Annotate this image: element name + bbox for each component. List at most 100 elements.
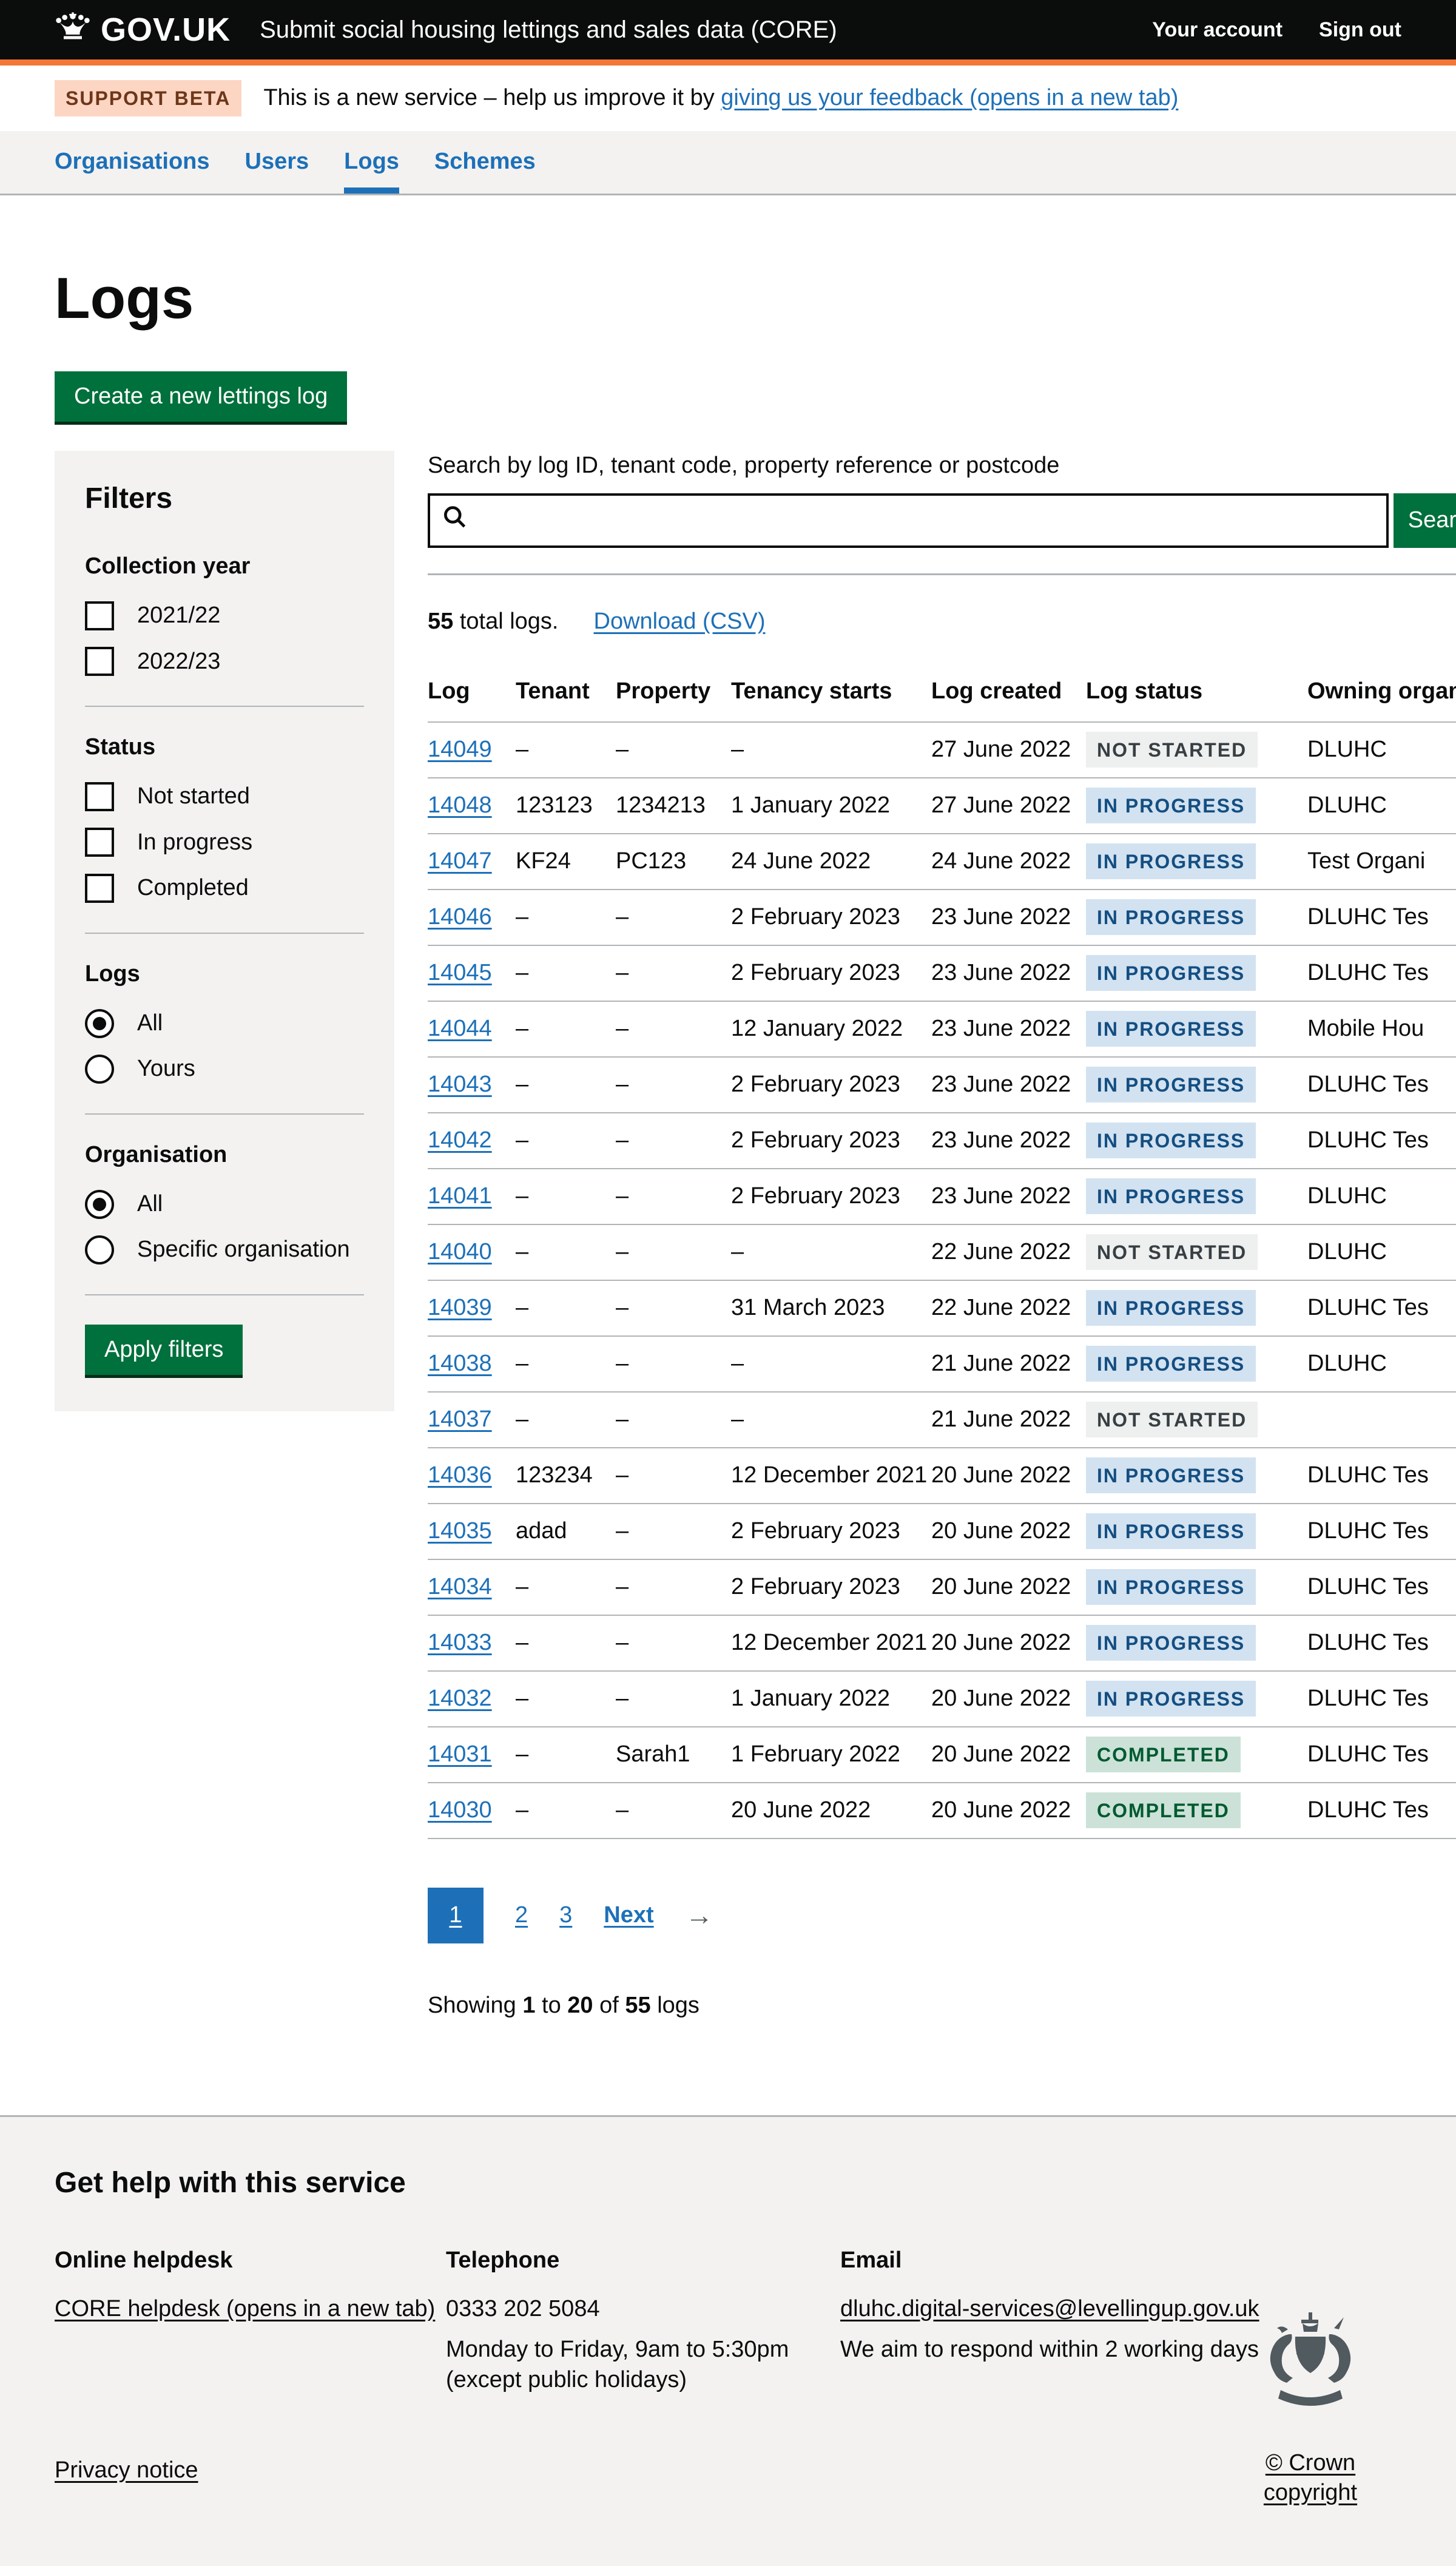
- cell-owning-organisation: Test Organi: [1307, 834, 1456, 890]
- nav-item-logs[interactable]: Logs: [344, 131, 399, 194]
- cell-owning-organisation: DLUHC Tes: [1307, 1448, 1456, 1504]
- log-id-link[interactable]: 14033: [428, 1630, 492, 1655]
- log-id-link[interactable]: 14043: [428, 1072, 492, 1097]
- cell-owning-organisation: DLUHC: [1307, 1336, 1456, 1392]
- govuk-logo-link[interactable]: GOV.UK: [55, 8, 231, 51]
- log-id-link[interactable]: 14048: [428, 792, 492, 818]
- checkbox-in-progress[interactable]: In progress: [85, 828, 364, 857]
- cell-tenancy-starts: 1 January 2022: [731, 1671, 931, 1727]
- radio-all[interactable]: All: [85, 1189, 364, 1219]
- search-button[interactable]: Search: [1394, 493, 1456, 548]
- pagination-page-2[interactable]: 2: [515, 1900, 528, 1930]
- cell-status: NOT STARTED: [1086, 1224, 1307, 1280]
- nav-item-users[interactable]: Users: [245, 131, 309, 194]
- radio-control[interactable]: [85, 1235, 114, 1264]
- radio-control[interactable]: [85, 1190, 114, 1219]
- cell-tenant: –: [516, 1727, 616, 1783]
- pagination-page-3[interactable]: 3: [559, 1900, 572, 1930]
- log-id-link[interactable]: 14040: [428, 1239, 492, 1264]
- log-id-link[interactable]: 14031: [428, 1741, 492, 1767]
- log-id-link[interactable]: 14035: [428, 1518, 492, 1544]
- cell-log-created: 23 June 2022: [931, 1001, 1086, 1057]
- log-id-link[interactable]: 14042: [428, 1127, 492, 1153]
- radio-yours[interactable]: Yours: [85, 1054, 364, 1084]
- cell-log: 14049: [428, 722, 516, 778]
- checkbox-control[interactable]: [85, 828, 114, 857]
- radio-control[interactable]: [85, 1055, 114, 1084]
- log-id-link[interactable]: 14047: [428, 848, 492, 874]
- core-helpdesk-link[interactable]: CORE helpdesk (opens in a new tab): [55, 2296, 435, 2321]
- your-account-link[interactable]: Your account: [1152, 16, 1282, 43]
- table-row: 14033––12 December 202120 June 2022IN PR…: [428, 1615, 1456, 1671]
- table-row: 14034––2 February 202320 June 2022IN PRO…: [428, 1559, 1456, 1615]
- search-input[interactable]: [428, 493, 1389, 548]
- cell-status: NOT STARTED: [1086, 1392, 1307, 1448]
- radio-all[interactable]: All: [85, 1008, 364, 1038]
- pagination: 123Next→: [428, 1888, 1456, 1943]
- create-lettings-log-button[interactable]: Create a new lettings log: [55, 371, 347, 422]
- email-link[interactable]: dluhc.digital-services@levellingup.gov.u…: [840, 2296, 1259, 2321]
- footer-telephone: Telephone 0333 202 5084 Monday to Friday…: [446, 2246, 840, 2395]
- log-id-link[interactable]: 14049: [428, 737, 492, 762]
- cell-log-created: 27 June 2022: [931, 722, 1086, 778]
- cell-log: 14036: [428, 1448, 516, 1504]
- checkbox-not-started[interactable]: Not started: [85, 782, 364, 811]
- cell-owning-organisation: Mobile Hou: [1307, 1001, 1456, 1057]
- apply-filters-button[interactable]: Apply filters: [85, 1325, 243, 1375]
- checkbox-control[interactable]: [85, 601, 114, 630]
- cell-tenant: KF24: [516, 834, 616, 890]
- privacy-notice-link[interactable]: Privacy notice: [55, 2457, 198, 2483]
- cell-log-created: 21 June 2022: [931, 1392, 1086, 1448]
- download-csv-link[interactable]: Download (CSV): [594, 607, 766, 636]
- cell-status: IN PROGRESS: [1086, 1504, 1307, 1559]
- cell-tenancy-starts: 2 February 2023: [731, 1169, 931, 1224]
- log-id-link[interactable]: 14039: [428, 1295, 492, 1320]
- log-id-link[interactable]: 14037: [428, 1406, 492, 1432]
- log-id-link[interactable]: 14046: [428, 904, 492, 930]
- log-id-link[interactable]: 14038: [428, 1351, 492, 1376]
- cell-status: IN PROGRESS: [1086, 1169, 1307, 1224]
- nav-item-organisations[interactable]: Organisations: [55, 131, 210, 194]
- table-row: 14049–––27 June 2022NOT STARTEDDLUHC: [428, 722, 1456, 778]
- nav-item-schemes[interactable]: Schemes: [434, 131, 536, 194]
- log-id-link[interactable]: 14034: [428, 1574, 492, 1599]
- checkbox-completed[interactable]: Completed: [85, 873, 364, 903]
- log-id-link[interactable]: 14036: [428, 1462, 492, 1488]
- checkbox-control[interactable]: [85, 647, 114, 676]
- checkbox-2021-22[interactable]: 2021/22: [85, 601, 364, 630]
- checkbox-control[interactable]: [85, 874, 114, 903]
- checkbox-control[interactable]: [85, 782, 114, 811]
- feedback-link[interactable]: giving us your feedback (opens in a new …: [721, 85, 1178, 110]
- log-id-link[interactable]: 14030: [428, 1797, 492, 1823]
- checkbox-2022-23[interactable]: 2022/23: [85, 647, 364, 677]
- log-id-link[interactable]: 14041: [428, 1183, 492, 1209]
- log-id-link[interactable]: 14044: [428, 1016, 492, 1041]
- cell-log-created: 23 June 2022: [931, 945, 1086, 1001]
- crown-copyright-link[interactable]: © Crown copyright: [1264, 2450, 1357, 2505]
- service-name-link[interactable]: Submit social housing lettings and sales…: [260, 14, 1152, 46]
- cell-owning-organisation: DLUHC: [1307, 1169, 1456, 1224]
- cell-log-created: 22 June 2022: [931, 1224, 1086, 1280]
- sign-out-link[interactable]: Sign out: [1319, 16, 1401, 43]
- filter-group-logs: LogsAllYours: [85, 959, 364, 1115]
- cell-owning-organisation: DLUHC Tes: [1307, 1057, 1456, 1113]
- filter-group-status: StatusNot startedIn progressCompleted: [85, 732, 364, 934]
- log-id-link[interactable]: 14032: [428, 1686, 492, 1711]
- cell-property: –: [616, 1559, 731, 1615]
- log-id-link[interactable]: 14045: [428, 960, 492, 985]
- cell-log: 14034: [428, 1559, 516, 1615]
- status-badge: IN PROGRESS: [1086, 1346, 1256, 1382]
- site-footer: Get help with this service Online helpde…: [0, 2115, 1456, 2566]
- column-header-log-status: Log status: [1086, 660, 1307, 721]
- cell-tenancy-starts: 2 February 2023: [731, 945, 931, 1001]
- radio-specific-organisation[interactable]: Specific organisation: [85, 1235, 364, 1264]
- royal-coat-of-arms-icon: [1219, 2310, 1401, 2431]
- table-row: 14038–––21 June 2022IN PROGRESSDLUHC: [428, 1336, 1456, 1392]
- table-row: 14045––2 February 202323 June 2022IN PRO…: [428, 945, 1456, 1001]
- cell-log-created: 23 June 2022: [931, 1113, 1086, 1169]
- pagination-page-current[interactable]: 1: [428, 1888, 484, 1943]
- pagination-next-link[interactable]: Next: [604, 1900, 653, 1930]
- radio-control[interactable]: [85, 1009, 114, 1038]
- cell-status: NOT STARTED: [1086, 722, 1307, 778]
- main-content: Logs Create a new lettings log Filters C…: [55, 195, 1401, 2115]
